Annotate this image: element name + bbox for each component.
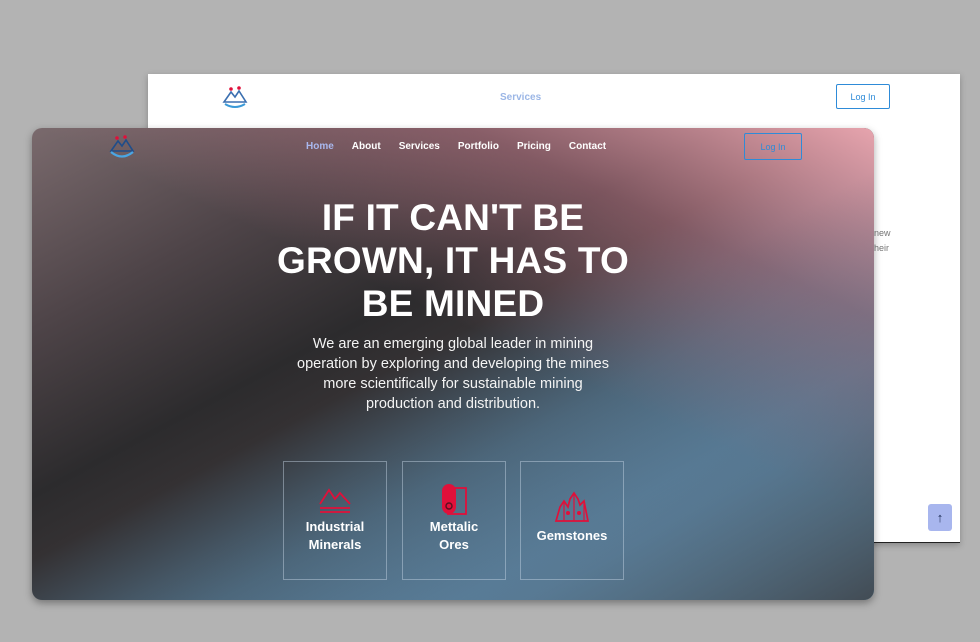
card-label-line: Mettalic xyxy=(429,519,479,534)
card-metallic-ores[interactable]: Mettalic Ores xyxy=(402,461,506,580)
nav-portfolio[interactable]: Portfolio xyxy=(458,141,499,152)
hero-page: Home About Services Portfolio Pricing Co… xyxy=(32,128,874,600)
card-label: Mettalic Ores xyxy=(409,518,499,554)
hero-title-line: GROWN, IT HAS TO xyxy=(277,240,629,281)
gemstones-icon xyxy=(554,491,590,522)
main-nav: Home About Services Portfolio Pricing Co… xyxy=(306,141,624,152)
hero-title: IF IT CAN'T BE GROWN, IT HAS TO BE MINED xyxy=(253,196,653,325)
card-label-line: Industrial xyxy=(305,519,365,534)
login-button[interactable]: Log In xyxy=(744,133,802,160)
mountain-logo-icon xyxy=(222,86,248,108)
nav-about[interactable]: About xyxy=(352,141,381,152)
hero-subtitle-line: more scientifically for sustainable mini… xyxy=(323,376,583,392)
back-login-button[interactable]: Log In xyxy=(836,84,890,109)
nav-contact[interactable]: Contact xyxy=(569,141,606,152)
card-label: Industrial Minerals xyxy=(290,518,380,554)
card-label-line: Ores xyxy=(439,537,469,552)
hero-title-line: IF IT CAN'T BE xyxy=(321,197,585,238)
nav-home[interactable]: Home xyxy=(306,141,334,152)
hero-subtitle-line: production and distribution. xyxy=(365,396,541,412)
card-label-line: Minerals xyxy=(308,537,362,552)
back-text-fragment: new xyxy=(874,228,891,238)
nav-services[interactable]: Services xyxy=(399,141,440,152)
card-label: Gemstones xyxy=(527,527,617,545)
hero-subtitle-line: operation by exploring and developing th… xyxy=(297,356,609,372)
nav-pricing[interactable]: Pricing xyxy=(517,141,551,152)
arrow-up-icon: ↑ xyxy=(936,510,944,525)
back-text-fragment: heir xyxy=(874,243,890,253)
mountains-icon xyxy=(319,488,351,513)
ore-icon xyxy=(442,484,467,515)
card-gemstones[interactable]: Gemstones xyxy=(520,461,624,580)
hero-title-line: BE MINED xyxy=(361,283,545,324)
card-industrial-minerals[interactable]: Industrial Minerals xyxy=(283,461,387,580)
back-nav-services[interactable]: Services xyxy=(500,92,541,103)
hero-subtitle: We are an emerging global leader in mini… xyxy=(278,334,628,414)
scroll-to-top-button[interactable]: ↑ xyxy=(928,504,952,531)
card-label-line: Gemstones xyxy=(536,528,608,543)
hero-subtitle-line: We are an emerging global leader in mini… xyxy=(312,336,594,352)
mountain-logo-icon[interactable] xyxy=(108,134,136,160)
